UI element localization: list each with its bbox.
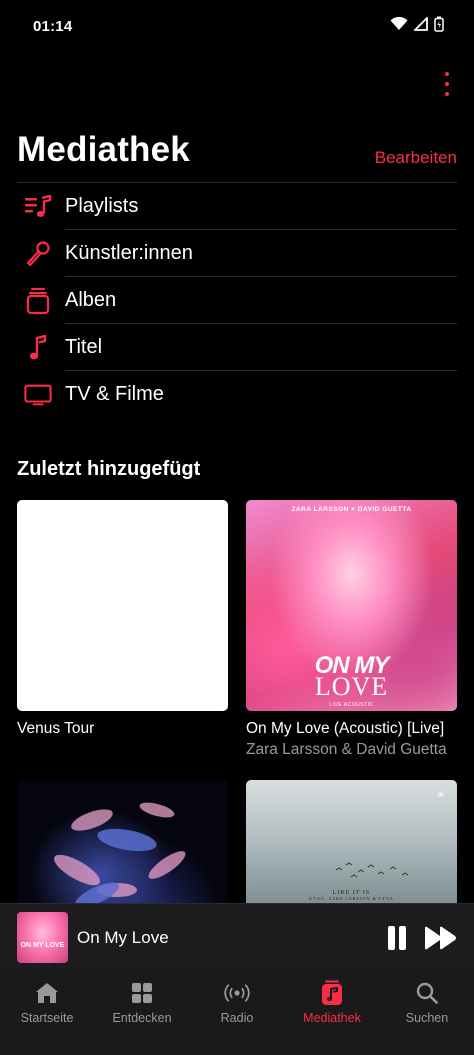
more-options-icon[interactable] — [440, 72, 454, 96]
tab-search[interactable]: Suchen — [380, 971, 474, 1031]
album-title: On My Love (Acoustic) [Live] — [246, 720, 445, 737]
tab-radio[interactable]: Radio — [190, 971, 284, 1031]
album-card[interactable]: Venus Tour — [17, 500, 228, 738]
status-icons — [390, 16, 444, 32]
wifi-icon — [390, 17, 408, 30]
tab-library[interactable]: Mediathek — [285, 971, 379, 1031]
home-icon — [34, 981, 60, 1005]
mini-player[interactable]: ON MY LOVE On My Love — [0, 903, 474, 972]
tab-label: Entdecken — [112, 1011, 172, 1025]
album-stack-icon — [24, 288, 52, 315]
library-icon — [319, 980, 345, 1005]
library-item-playlists[interactable]: Playlists — [0, 183, 474, 230]
search-icon — [414, 981, 440, 1005]
library-list: Playlists Künstler:innen Alben Titel TV … — [0, 183, 474, 418]
cover-title-text: LIKE IT IS KYGO, ZARA LARSSON & TYGA — [309, 890, 394, 901]
library-item-label: Playlists — [65, 195, 139, 217]
tab-label: Suchen — [405, 1011, 449, 1025]
album-card[interactable]: ZARA LARSSON × DAVID GUETTA ON MY LOVE L… — [246, 500, 457, 759]
playlists-icon — [24, 194, 52, 220]
section-title-recently-added: Zuletzt hinzugefügt — [17, 458, 201, 480]
battery-icon — [434, 16, 444, 32]
album-cover: ZARA LARSSON × DAVID GUETTA ON MY LOVE L… — [246, 500, 457, 711]
library-item-label: Künstler:innen — [65, 242, 193, 264]
skip-forward-icon[interactable] — [424, 926, 458, 950]
tab-label: Radio — [220, 1011, 254, 1025]
library-item-label: Titel — [65, 336, 103, 358]
library-item-label: Alben — [65, 289, 117, 311]
cover-title-text: LOVE — [314, 672, 389, 701]
cellular-signal-icon — [414, 17, 428, 31]
page-title: Mediathek — [17, 130, 190, 169]
cover-artist-text: ZARA LARSSON × DAVID GUETTA — [291, 506, 412, 513]
tab-home[interactable]: Startseite — [0, 971, 94, 1031]
library-item-artists[interactable]: Künstler:innen — [0, 230, 474, 277]
tv-icon — [24, 382, 52, 408]
tab-label: Startseite — [20, 1011, 74, 1025]
now-playing-artwork: ON MY LOVE — [17, 912, 68, 963]
grid-icon — [129, 981, 155, 1005]
album-cover — [17, 500, 228, 711]
pause-icon[interactable] — [386, 926, 408, 950]
tab-bar: Startseite Entdecken Radio Mediathek Suc… — [0, 971, 474, 1055]
album-artist: Zara Larsson & David Guetta — [246, 741, 447, 758]
cover-subtitle-text: LIVE ACOUSTIC — [329, 702, 374, 708]
library-item-label: TV & Filme — [65, 383, 164, 405]
tab-browse[interactable]: Entdecken — [95, 971, 189, 1031]
music-note-icon — [24, 335, 52, 361]
microphone-icon — [24, 241, 52, 267]
library-item-tv-movies[interactable]: TV & Filme — [0, 371, 474, 418]
edit-button[interactable]: Bearbeiten — [375, 148, 457, 168]
radio-icon — [224, 981, 250, 1005]
library-item-albums[interactable]: Alben — [0, 277, 474, 324]
status-time: 01:14 — [33, 18, 73, 35]
library-item-songs[interactable]: Titel — [0, 324, 474, 371]
now-playing-title: On My Love — [77, 928, 169, 947]
status-bar: 01:14 — [0, 0, 474, 54]
album-title: Venus Tour — [17, 720, 95, 737]
tab-label: Mediathek — [303, 1011, 361, 1025]
